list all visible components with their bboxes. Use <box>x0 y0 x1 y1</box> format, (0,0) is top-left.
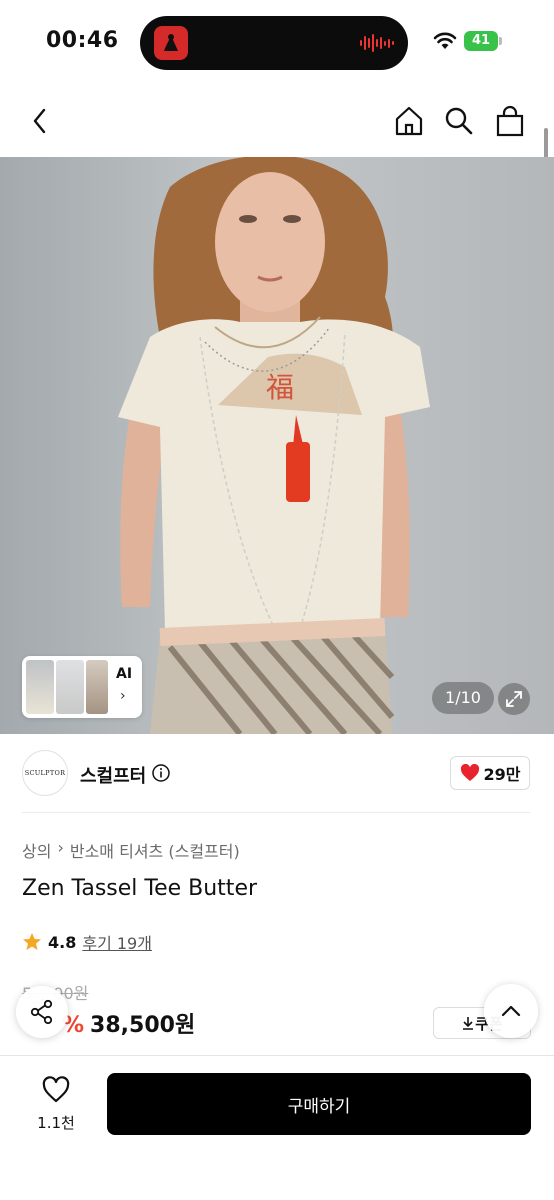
cart-button[interactable] <box>492 103 528 139</box>
expand-icon <box>506 691 522 707</box>
home-button[interactable] <box>391 103 427 139</box>
search-icon <box>445 107 473 135</box>
bottom-action-bar: 1.1천 구매하기 <box>0 1055 554 1200</box>
divider <box>22 812 530 813</box>
breadcrumb: 상의 › 반소매 티셔츠 (스컬프터) <box>22 838 240 862</box>
product-photo: 福 <box>118 157 430 734</box>
product-image-carousel[interactable]: 福 AI › 1/10 <box>0 157 554 734</box>
audio-wave-icon <box>360 33 394 53</box>
search-button[interactable] <box>441 103 477 139</box>
chevron-left-icon <box>33 108 46 134</box>
download-icon <box>463 1017 474 1030</box>
star-icon <box>23 933 41 950</box>
share-button[interactable] <box>16 986 68 1038</box>
chevron-right-icon: › <box>120 688 126 704</box>
sale-price: 38,500원 <box>90 1013 196 1038</box>
back-button[interactable] <box>22 103 58 139</box>
expand-button[interactable] <box>498 683 530 715</box>
wifi-icon <box>433 32 457 49</box>
heart-outline-icon <box>42 1076 70 1103</box>
brand-logo[interactable]: SCULPTOR <box>22 750 68 796</box>
chevron-up-icon <box>501 1005 521 1017</box>
info-icon[interactable] <box>152 764 170 782</box>
svg-text:福: 福 <box>266 371 294 404</box>
top-nav <box>0 86 554 156</box>
buy-button[interactable]: 구매하기 <box>107 1073 531 1135</box>
like-count: 29만 <box>483 765 521 784</box>
brand-like-button[interactable]: 29만 <box>450 756 530 790</box>
breadcrumb-separator-icon: › <box>57 838 64 857</box>
image-counter: 1/10 <box>432 682 494 714</box>
scroll-top-button[interactable] <box>484 984 538 1038</box>
share-icon <box>30 999 53 1025</box>
wishlist-button[interactable]: 1.1천 <box>30 1076 82 1136</box>
heart-icon <box>460 764 479 781</box>
breadcrumb-subcategory[interactable]: 반소매 티셔츠 (스컬프터) <box>70 838 240 862</box>
dynamic-island <box>140 16 408 70</box>
home-icon <box>395 106 423 136</box>
review-link[interactable]: 후기 19개 <box>82 930 152 954</box>
ai-label: AI <box>116 666 133 682</box>
rating-value: 4.8 <box>48 932 77 952</box>
status-time: 00:46 <box>46 28 119 53</box>
thumbnail-image[interactable] <box>56 660 84 714</box>
product-title: Zen Tassel Tee Butter <box>22 876 258 901</box>
thumbnail-image[interactable] <box>26 660 54 714</box>
brand-name[interactable]: 스컬프터 <box>80 762 146 788</box>
rating-row: 4.8 후기 19개 <box>22 930 152 954</box>
thumbnail-image[interactable] <box>86 660 108 714</box>
battery-icon: 41 <box>464 31 498 51</box>
thumbnail-strip[interactable]: AI › <box>22 656 142 718</box>
app-icon <box>154 26 188 60</box>
wishlist-count: 1.1천 <box>37 1114 75 1132</box>
brand-row: SCULPTOR 스컬프터 29만 <box>0 750 554 800</box>
shopping-bag-icon <box>496 105 524 137</box>
breadcrumb-category[interactable]: 상의 <box>22 838 51 862</box>
price-row: % 38,500원 <box>62 1007 195 1039</box>
battery-tip <box>499 37 502 45</box>
status-bar: 00:46 41 <box>0 0 554 86</box>
